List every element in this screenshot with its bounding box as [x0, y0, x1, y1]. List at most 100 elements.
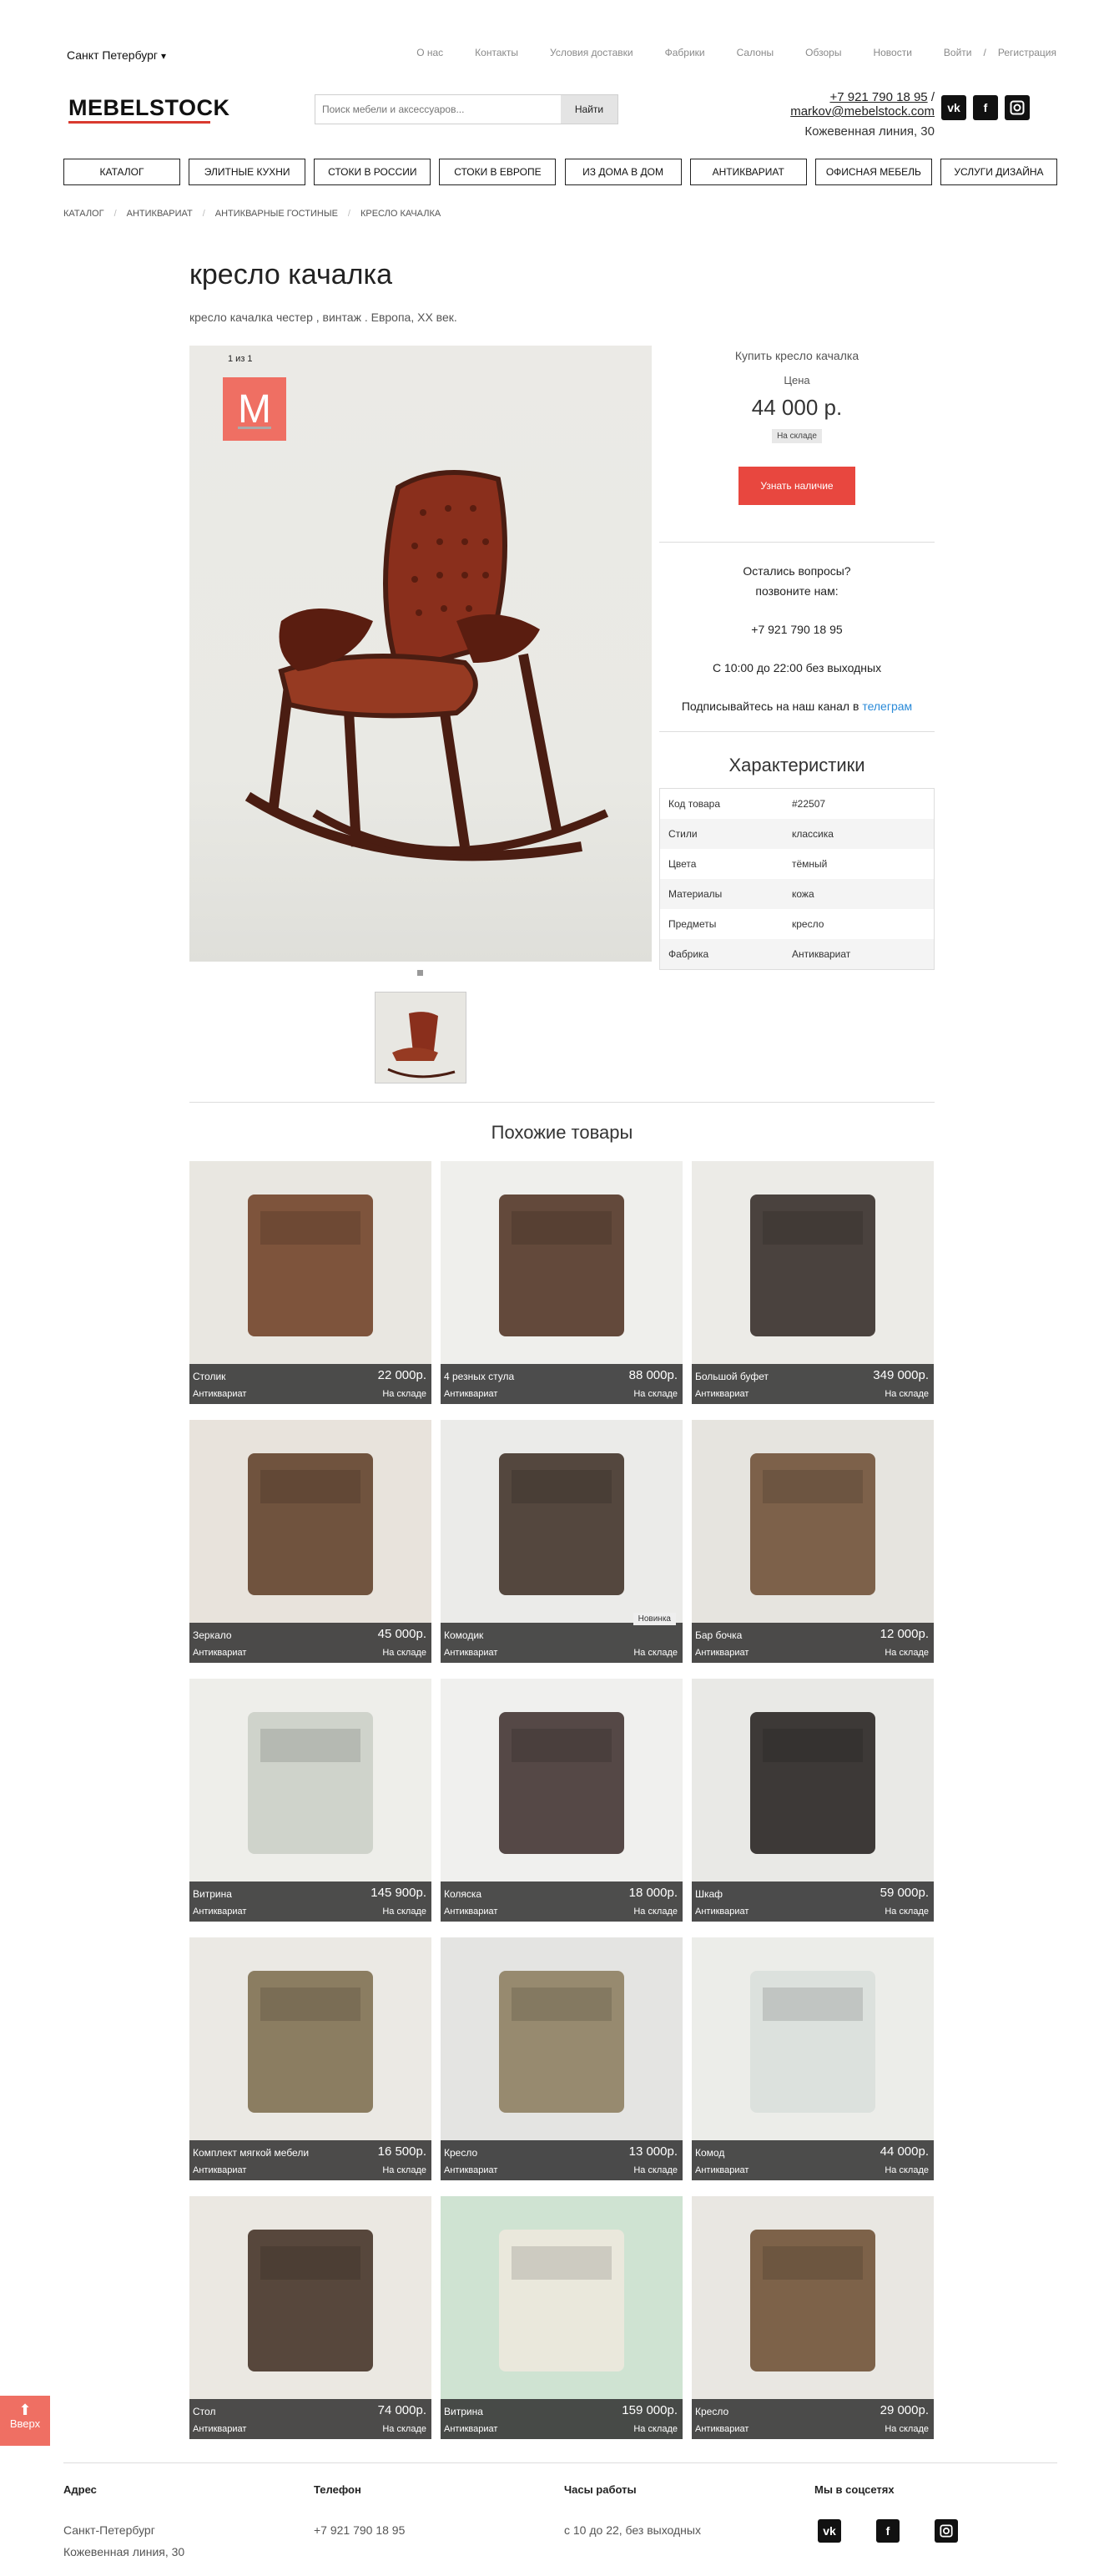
menu-catalog[interactable]: КАТАЛОГ — [63, 159, 180, 185]
check-availability-button[interactable]: Узнать наличие — [738, 467, 855, 505]
menu-antiques[interactable]: АНТИКВАРИАТ — [689, 159, 807, 185]
vk-icon[interactable]: vk — [941, 95, 966, 120]
product-card-price: 22 000р. — [377, 1368, 426, 1382]
divider — [659, 731, 935, 732]
product-card-availability: На складе — [885, 2165, 929, 2175]
questions-phone[interactable]: +7 921 790 18 95 — [659, 619, 935, 639]
menu-home[interactable]: ИЗ ДОМА В ДОМ — [564, 159, 682, 185]
topnav-factories[interactable]: Фабрики — [665, 47, 705, 58]
product-card-info: Витрина 159 000р. Антиквариат На складе — [441, 2399, 683, 2439]
product-image[interactable]: 1 из 1 M — [189, 346, 652, 962]
menu-stock-europe[interactable]: СТОКИ В ЕВРОПЕ — [439, 159, 557, 185]
topnav-news[interactable]: Новости — [873, 47, 911, 58]
product-card-brand: Антиквариат — [193, 1907, 247, 1917]
header-contacts: +7 921 790 18 95 / markov@mebelstock.com… — [684, 90, 935, 139]
topnav-login[interactable]: Войти — [944, 47, 972, 58]
product-card-price: 349 000р. — [873, 1368, 929, 1382]
product-card[interactable]: 4 резных стула 88 000р. Антиквариат На скла… — [441, 1161, 683, 1404]
product-card[interactable]: Зеркало 45 000р. Антиквариат На складе — [189, 1420, 431, 1663]
menu-stock-russia[interactable]: СТОКИ В РОССИИ — [314, 159, 431, 185]
product-card-price: 29 000р. — [880, 2403, 929, 2417]
table-row: Стили классика — [660, 819, 934, 849]
char-key: Стили — [668, 828, 698, 840]
product-card[interactable]: Витрина 145 900р. Антиквариат На складе — [189, 1679, 431, 1922]
product-card-brand: Антиквариат — [444, 2165, 498, 2175]
logo-underline — [68, 121, 210, 124]
product-card-info: 4 резных стула 88 000р. Антиквариат На скла… — [441, 1364, 683, 1404]
product-card[interactable]: Столик 22 000р. Антиквариат На складе — [189, 1161, 431, 1404]
divider — [189, 1102, 935, 1103]
new-badge: Новинка — [633, 1613, 676, 1625]
product-card-availability: На складе — [382, 2424, 426, 2434]
gallery-dot[interactable] — [417, 970, 423, 976]
product-card-availability: На складе — [633, 2424, 678, 2434]
menu-design[interactable]: УСЛУГИ ДИЗАЙНА — [940, 159, 1057, 185]
menu-kitchens[interactable]: ЭЛИТНЫЕ КУХНИ — [189, 159, 306, 185]
page-title: кресло качалка — [189, 259, 393, 290]
crumb-living[interactable]: АНТИКВАРНЫЕ ГОСТИНЫЕ — [215, 209, 338, 219]
product-card[interactable]: Кресло 13 000р. Антиквариат На складе — [441, 1937, 683, 2180]
product-card[interactable]: Комодик Антиквариат На складе Новинка — [441, 1420, 683, 1663]
crumb-catalog[interactable]: КАТАЛОГ — [63, 209, 104, 219]
product-card-info: Кресло 29 000р. Антиквариат На складе — [692, 2399, 934, 2439]
char-key: Предметы — [668, 918, 717, 930]
product-card-price: 45 000р. — [377, 1627, 426, 1641]
city-label: Санкт Петербург — [67, 48, 159, 62]
topnav-delivery[interactable]: Условия доставки — [550, 47, 633, 58]
gallery-thumbnail[interactable] — [375, 992, 466, 1083]
product-card-brand: Антиквариат — [695, 1389, 749, 1399]
characteristics-heading: Характеристики — [728, 755, 865, 775]
product-card-availability: На складе — [885, 1648, 929, 1658]
chevron-down-icon: ▾ — [161, 50, 167, 62]
header-phone[interactable]: +7 921 790 18 95 — [829, 90, 927, 104]
instagram-icon[interactable] — [935, 2519, 958, 2543]
table-row: Материалы кожа — [660, 879, 934, 909]
city-selector[interactable]: Санкт Петербург ▾ — [67, 48, 166, 62]
product-card-name: Коляска — [444, 1888, 482, 1900]
topnav-about[interactable]: О нас — [416, 47, 443, 58]
product-card[interactable]: Стол 74 000р. Антиквариат На складе — [189, 2196, 431, 2439]
facebook-icon[interactable]: f — [876, 2519, 900, 2543]
facebook-icon[interactable]: f — [973, 95, 998, 120]
product-card-name: Шкаф — [695, 1888, 723, 1900]
product-card[interactable]: Большой буфет 349 000р. Антиквариат На скла… — [692, 1161, 934, 1404]
product-card-name: Зеркало — [193, 1629, 232, 1641]
top-bar: Санкт Петербург ▾ О нас Контакты Условия … — [63, 42, 1056, 67]
product-card[interactable]: Комод 44 000р. Антиквариат На складе — [692, 1937, 934, 2180]
product-card[interactable]: Бар бочка 12 000р. Антиквариат На складе — [692, 1420, 934, 1663]
product-card[interactable]: Комплект мягкой мебели 16 500р. Антиквариа… — [189, 1937, 431, 2180]
product-card-brand: Антиквариат — [444, 1907, 498, 1917]
contact-separator: / — [930, 90, 935, 104]
instagram-icon[interactable] — [1005, 95, 1030, 120]
site-logo[interactable]: MEBELSTOCK — [68, 95, 230, 121]
search-button[interactable]: Найти — [561, 95, 617, 124]
topnav-salons[interactable]: Салоны — [737, 47, 774, 58]
product-card-brand: Антиквариат — [695, 1907, 749, 1917]
product-price: 44 000 р. — [751, 395, 843, 420]
header-email[interactable]: markov@mebelstock.com — [790, 104, 935, 119]
footer-address-heading: Адрес — [63, 2483, 97, 2496]
buy-title: Купить кресло качалка — [734, 349, 859, 362]
scroll-up-button[interactable]: ⬆ Вверх — [0, 2396, 50, 2446]
product-card[interactable]: Коляска 18 000р. Антиквариат На складе — [441, 1679, 683, 1922]
product-card[interactable]: Витрина 159 000р. Антиквариат На складе — [441, 2196, 683, 2439]
product-card[interactable]: Кресло 29 000р. Антиквариат На складе — [692, 2196, 934, 2439]
rocking-chair-illustration — [244, 470, 609, 861]
menu-office[interactable]: ОФИСНАЯ МЕБЕЛЬ — [814, 159, 932, 185]
product-card-brand: Антиквариат — [444, 1389, 498, 1399]
scroll-up-label: Вверх — [9, 2417, 41, 2430]
topnav-reviews[interactable]: Обзоры — [805, 47, 841, 58]
breadcrumb: КАТАЛОГ / АНТИКВАРИАТ / АНТИКВАРНЫЕ ГОСТИН… — [63, 209, 441, 219]
topnav-contacts[interactable]: Контакты — [475, 47, 518, 58]
crumb-antiques[interactable]: АНТИКВАРИАТ — [127, 209, 193, 219]
search-input[interactable] — [315, 95, 561, 124]
topnav-register[interactable]: Регистрация — [998, 47, 1056, 58]
footer-phone-value[interactable]: +7 921 790 18 95 — [314, 2519, 405, 2541]
product-card[interactable]: Шкаф 59 000р. Антиквариат На складе — [692, 1679, 934, 1922]
product-card-info: Стол 74 000р. Антиквариат На складе — [189, 2399, 431, 2439]
arrow-up-icon: ⬆ — [18, 2402, 32, 2418]
telegram-link[interactable]: телеграм — [862, 700, 912, 713]
vk-icon[interactable]: vk — [818, 2519, 841, 2543]
product-card-availability: На складе — [885, 1389, 929, 1399]
topnav-separator: / — [983, 47, 986, 58]
